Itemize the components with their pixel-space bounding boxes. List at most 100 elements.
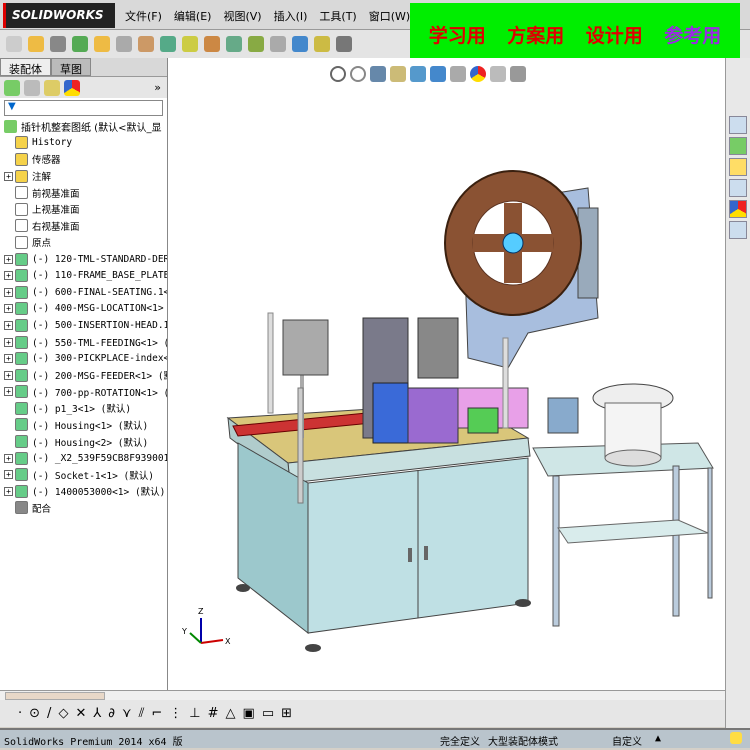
tree-item[interactable]: + (-) 600-FINAL-SEATING.1<1 xyxy=(0,284,167,301)
tree-item[interactable]: 配合 xyxy=(0,500,167,517)
horizontal-scrollbar[interactable] xyxy=(0,690,725,700)
expand-icon[interactable]: + xyxy=(4,453,13,463)
toolbar-button-icon[interactable] xyxy=(160,36,176,52)
menu-item[interactable]: 工具(T) xyxy=(319,8,356,24)
sketch-tool-icon[interactable]: ◇ xyxy=(58,706,68,721)
toolbar-button-icon[interactable] xyxy=(28,36,44,52)
menu-item[interactable]: 窗口(W) xyxy=(369,8,410,24)
tree-item[interactable]: (-) Housing<2> (默认) xyxy=(0,433,167,450)
tree-item[interactable]: 上视基准面 xyxy=(0,201,167,218)
toolbar-button-icon[interactable] xyxy=(226,36,242,52)
expand-icon[interactable]: + xyxy=(4,320,13,330)
tab-sketch[interactable]: 草图 xyxy=(51,58,91,76)
toolbar-button-icon[interactable] xyxy=(336,36,352,52)
file-explorer-icon[interactable] xyxy=(729,158,747,176)
view-settings-icon[interactable] xyxy=(510,66,526,82)
tree-item[interactable]: + (-) _X2_539F59CB8F9390015I xyxy=(0,450,167,467)
tree-item[interactable]: + (-) 550-TML-FEEDING<1> (默 xyxy=(0,334,167,351)
sketch-tool-icon[interactable]: △ xyxy=(226,706,236,721)
expand-icon[interactable]: + xyxy=(4,486,13,496)
sketch-tool-icon[interactable]: ⊞ xyxy=(281,706,292,721)
toolbar-button-icon[interactable] xyxy=(116,36,132,52)
expand-icon[interactable]: + xyxy=(4,354,13,364)
hide-show-icon[interactable] xyxy=(450,66,466,82)
tab-assembly[interactable]: 装配体 xyxy=(0,58,51,76)
tree-item[interactable]: 右视基准面 xyxy=(0,218,167,235)
appearances-icon[interactable] xyxy=(729,200,747,218)
sketch-tool-icon[interactable]: ⊙ xyxy=(29,706,40,721)
sketch-tool-icon[interactable]: ▭ xyxy=(262,706,274,721)
tree-item[interactable]: History xyxy=(0,135,167,152)
tree-item[interactable]: + (-) Socket-1<1> (默认) xyxy=(0,466,167,483)
tree-root[interactable]: 插针机整套图纸 (默认<默认_显 xyxy=(0,118,167,135)
toolbar-button-icon[interactable] xyxy=(138,36,154,52)
graphics-area[interactable]: Z X Y xyxy=(168,58,725,690)
sketch-tool-icon[interactable]: ⋮ xyxy=(169,706,182,721)
custom-properties-icon[interactable] xyxy=(729,221,747,239)
property-manager-icon[interactable] xyxy=(24,79,40,96)
menu-item[interactable]: 插入(I) xyxy=(274,8,308,24)
sketch-tool-icon[interactable]: / xyxy=(47,706,51,721)
view-palette-icon[interactable] xyxy=(729,179,747,197)
sketch-tool-icon[interactable]: · xyxy=(18,706,22,721)
units-arrow[interactable]: ▲ xyxy=(655,733,661,744)
zoom-to-fit-icon[interactable] xyxy=(330,66,346,82)
toolbar-button-icon[interactable] xyxy=(270,36,286,52)
appearance-icon[interactable] xyxy=(470,66,486,82)
expand-icon[interactable]: + xyxy=(4,387,13,397)
sketch-tool-icon[interactable]: ⫽ xyxy=(139,706,145,721)
scene-icon[interactable] xyxy=(490,66,506,82)
toolbar-button-icon[interactable] xyxy=(248,36,264,52)
zoom-area-icon[interactable] xyxy=(350,66,366,82)
toolbar-button-icon[interactable] xyxy=(204,36,220,52)
sketch-tool-icon[interactable]: ⅄ xyxy=(93,706,101,721)
tree-item[interactable]: + (-) 120-TML-STANDARD-DEREE xyxy=(0,251,167,268)
feature-manager-icon[interactable] xyxy=(4,79,20,96)
expand-icon[interactable]: + xyxy=(4,304,13,314)
tree-item[interactable]: 传感器 xyxy=(0,151,167,168)
tree-item[interactable]: + (-) 110-FRAME_BASE_PLATE<1 xyxy=(0,267,167,284)
expand-icon[interactable]: + xyxy=(4,287,13,297)
expand-icon[interactable]: + xyxy=(4,470,13,480)
display-manager-icon[interactable] xyxy=(64,79,80,96)
display-style-icon[interactable] xyxy=(430,66,446,82)
tree-item[interactable]: + (-) 400-MSG-LOCATION<1> ( xyxy=(0,301,167,318)
resources-icon[interactable] xyxy=(729,116,747,134)
sketch-tool-icon[interactable]: ⊥ xyxy=(189,706,200,721)
tree-item[interactable]: 前视基准面 xyxy=(0,184,167,201)
configuration-manager-icon[interactable] xyxy=(44,79,60,96)
large-assembly-mode[interactable]: 大型装配体模式 xyxy=(488,733,558,748)
sketch-tool-icon[interactable]: ∂ xyxy=(108,706,115,721)
tree-item[interactable]: + (-) 700-pp-ROTATION<1> (默 xyxy=(0,384,167,401)
menu-item[interactable]: 编辑(E) xyxy=(174,8,212,24)
toolbar-button-icon[interactable] xyxy=(50,36,66,52)
units-custom[interactable]: 自定义 xyxy=(612,733,642,748)
tree-item[interactable]: (-) p1_3<1> (默认) xyxy=(0,400,167,417)
sketch-tool-icon[interactable]: ▣ xyxy=(243,706,255,721)
toolbar-button-icon[interactable] xyxy=(72,36,88,52)
expand-icon[interactable]: + xyxy=(4,254,13,264)
design-library-icon[interactable] xyxy=(729,137,747,155)
tree-item[interactable]: 原点 xyxy=(0,234,167,251)
menu-item[interactable]: 文件(F) xyxy=(125,8,162,24)
tree-item[interactable]: + (-) 1400053000<1> (默认) xyxy=(0,483,167,500)
previous-view-icon[interactable] xyxy=(370,66,386,82)
expand-icon[interactable]: + xyxy=(4,171,13,181)
tags-icon[interactable] xyxy=(730,732,742,744)
toolbar-button-icon[interactable] xyxy=(94,36,110,52)
toolbar-button-icon[interactable] xyxy=(182,36,198,52)
menu-item[interactable]: 视图(V) xyxy=(223,8,261,24)
tree-item[interactable]: + 注解 xyxy=(0,168,167,185)
section-view-icon[interactable] xyxy=(390,66,406,82)
expand-icon[interactable]: + xyxy=(4,271,13,281)
toolbar-button-icon[interactable] xyxy=(6,36,22,52)
tree-item[interactable]: (-) Housing<1> (默认) xyxy=(0,417,167,434)
filter-icon[interactable]: ▼ xyxy=(4,100,163,116)
expand-icon[interactable]: + xyxy=(4,370,13,380)
sketch-tool-icon[interactable]: ✕ xyxy=(75,706,86,721)
sketch-tool-icon[interactable]: ⌐ xyxy=(151,706,162,721)
tree-item[interactable]: + (-) 200-MSG-FEEDER<1> (默 xyxy=(0,367,167,384)
tree-item[interactable]: + (-) 500-INSERTION-HEAD.1. xyxy=(0,317,167,334)
expand-panel-button[interactable]: » xyxy=(154,81,161,94)
toolbar-button-icon[interactable] xyxy=(292,36,308,52)
